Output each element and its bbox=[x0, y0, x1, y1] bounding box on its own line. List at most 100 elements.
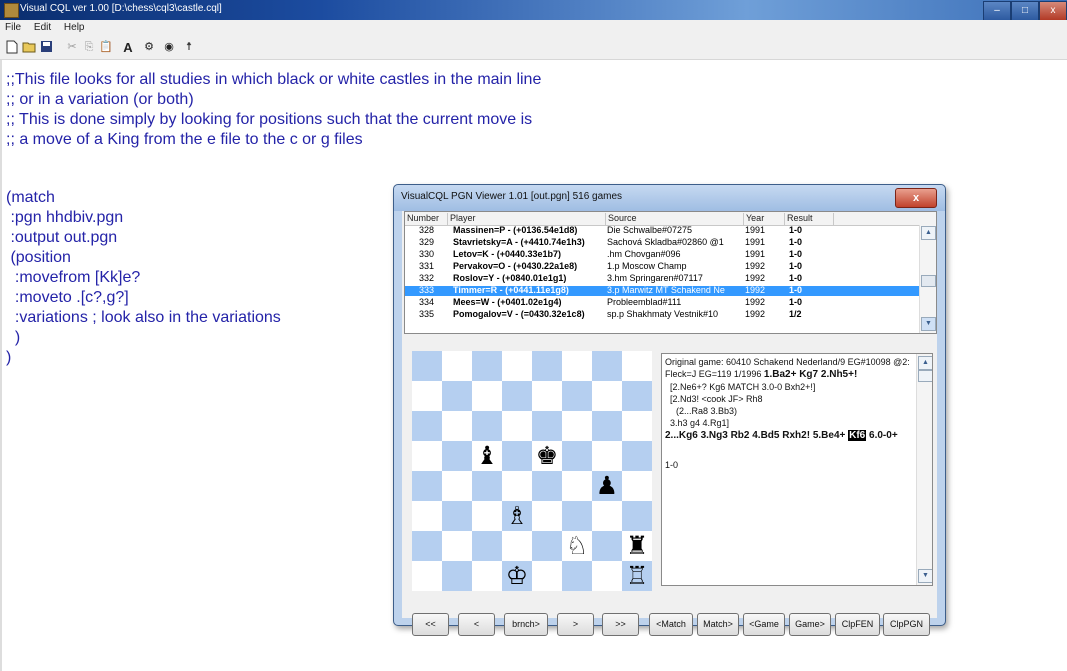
figure-icon[interactable]: ☨ bbox=[181, 40, 197, 55]
save-icon[interactable] bbox=[38, 40, 54, 55]
notation-moves[interactable]: 6.0-0+ bbox=[866, 430, 898, 441]
notation-variation[interactable]: 3.h3 g4 4.Rg1] bbox=[670, 418, 729, 428]
branch-button[interactable]: brnch> bbox=[504, 613, 548, 636]
notation-scrollbar[interactable]: ▲ ▼ bbox=[916, 354, 932, 585]
square-g6[interactable] bbox=[592, 411, 622, 441]
square-b8[interactable] bbox=[442, 351, 472, 381]
chess-board[interactable]: ♝ ♚ ♟ ♗ ♘ ♜ ♔ ♖ bbox=[412, 351, 652, 591]
square-h3[interactable] bbox=[622, 501, 652, 531]
square-c6[interactable] bbox=[472, 411, 502, 441]
square-b5[interactable] bbox=[442, 441, 472, 471]
white-knight-f2[interactable]: ♘ bbox=[562, 531, 592, 561]
maximize-button[interactable]: □ bbox=[1011, 1, 1039, 21]
square-e4[interactable] bbox=[532, 471, 562, 501]
black-pawn-g4[interactable]: ♟ bbox=[592, 471, 622, 501]
notation-moves[interactable]: 1.Ba2+ Kg7 2.Nh5+! bbox=[764, 369, 857, 380]
square-g2[interactable] bbox=[592, 531, 622, 561]
square-b1[interactable] bbox=[442, 561, 472, 591]
menu-file[interactable]: File bbox=[0, 20, 26, 35]
black-king-e5[interactable]: ♚ bbox=[532, 441, 562, 471]
prev-game-button[interactable]: <Game bbox=[743, 613, 785, 636]
square-e1[interactable] bbox=[532, 561, 562, 591]
square-f6[interactable] bbox=[562, 411, 592, 441]
square-e2[interactable] bbox=[532, 531, 562, 561]
white-rook-h1[interactable]: ♖ bbox=[622, 561, 652, 591]
game-list-scrollbar[interactable]: ▲ ▼ bbox=[919, 225, 936, 333]
square-d7[interactable] bbox=[502, 381, 532, 411]
next-move-button[interactable]: > bbox=[557, 613, 594, 636]
last-move-button[interactable]: >> bbox=[602, 613, 639, 636]
next-match-button[interactable]: Match> bbox=[697, 613, 739, 636]
square-d2[interactable] bbox=[502, 531, 532, 561]
game-list[interactable]: Number Player Source Year Result 328 Mass… bbox=[404, 211, 937, 334]
square-g5[interactable] bbox=[592, 441, 622, 471]
current-move-highlight[interactable]: Kf6 bbox=[848, 430, 867, 441]
square-h7[interactable] bbox=[622, 381, 652, 411]
square-f4[interactable] bbox=[562, 471, 592, 501]
square-a4[interactable] bbox=[412, 471, 442, 501]
menu-help[interactable]: Help bbox=[59, 20, 90, 35]
square-e6[interactable] bbox=[532, 411, 562, 441]
game-row[interactable]: 333 Timmer=R - (+0441.11e1g8) 3.p Marwitz … bbox=[405, 285, 919, 296]
notation-moves[interactable]: 2...Kg6 3.Ng3 Rb2 4.Bd5 Rxh2! 5.Be4+ bbox=[665, 430, 848, 441]
game-row[interactable]: 328 Massinen=P - (+0136.54e1d8) Die Schwal… bbox=[405, 225, 919, 236]
game-row[interactable]: 331 Pervakov=O - (+0430.22a1e8) 1.p Moscow… bbox=[405, 261, 919, 272]
square-d8[interactable] bbox=[502, 351, 532, 381]
square-f1[interactable] bbox=[562, 561, 592, 591]
square-g3[interactable] bbox=[592, 501, 622, 531]
column-player[interactable]: Player bbox=[448, 213, 606, 225]
square-h6[interactable] bbox=[622, 411, 652, 441]
square-h8[interactable] bbox=[622, 351, 652, 381]
game-row[interactable]: 330 Letov=K - (+0440.33e1b7) .hm Chovgan#0… bbox=[405, 249, 919, 260]
black-bishop-c5[interactable]: ♝ bbox=[472, 441, 502, 471]
copy-pgn-button[interactable]: ClpPGN bbox=[883, 613, 930, 636]
scroll-up-button[interactable]: ▲ bbox=[921, 226, 936, 240]
square-d4[interactable] bbox=[502, 471, 532, 501]
game-notation[interactable]: Original game: 60410 Schakend Nederland/… bbox=[661, 353, 933, 586]
square-f3[interactable] bbox=[562, 501, 592, 531]
menu-edit[interactable]: Edit bbox=[29, 20, 56, 35]
close-button[interactable]: x bbox=[1039, 1, 1067, 21]
square-c4[interactable] bbox=[472, 471, 502, 501]
square-a2[interactable] bbox=[412, 531, 442, 561]
white-king-d1[interactable]: ♔ bbox=[502, 561, 532, 591]
game-row[interactable]: 335 Pomogalov=V - (=0430.32e1c8) sp.p Shak… bbox=[405, 309, 919, 320]
notation-variation[interactable]: [2.Nd3! <cook JF> Rh8 bbox=[670, 394, 763, 404]
cut-icon[interactable]: ✂ bbox=[64, 40, 80, 55]
scroll-down-button[interactable]: ▼ bbox=[918, 569, 932, 583]
first-move-button[interactable]: << bbox=[412, 613, 449, 636]
font-icon[interactable]: A bbox=[120, 40, 136, 55]
square-a5[interactable] bbox=[412, 441, 442, 471]
paste-icon[interactable]: 📋 bbox=[98, 40, 114, 55]
square-c7[interactable] bbox=[472, 381, 502, 411]
square-d5[interactable] bbox=[502, 441, 532, 471]
square-d6[interactable] bbox=[502, 411, 532, 441]
game-row[interactable]: 332 Roslov=Y - (+0840.01e1g1) 3.hm Springa… bbox=[405, 273, 919, 284]
square-f5[interactable] bbox=[562, 441, 592, 471]
black-rook-h2[interactable]: ♜ bbox=[622, 531, 652, 561]
viewer-close-button[interactable]: x bbox=[895, 188, 937, 208]
scroll-thumb[interactable] bbox=[921, 275, 936, 287]
square-g7[interactable] bbox=[592, 381, 622, 411]
square-e8[interactable] bbox=[532, 351, 562, 381]
game-row[interactable]: 329 Stavrietsky=A - (+4410.74e1h3) Sachová… bbox=[405, 237, 919, 248]
square-a7[interactable] bbox=[412, 381, 442, 411]
square-a8[interactable] bbox=[412, 351, 442, 381]
square-f7[interactable] bbox=[562, 381, 592, 411]
column-result[interactable]: Result bbox=[785, 213, 834, 225]
scroll-down-button[interactable]: ▼ bbox=[921, 317, 936, 331]
square-h5[interactable] bbox=[622, 441, 652, 471]
column-source[interactable]: Source bbox=[606, 213, 744, 225]
square-b3[interactable] bbox=[442, 501, 472, 531]
square-c8[interactable] bbox=[472, 351, 502, 381]
run-icon[interactable]: ⚙ bbox=[141, 40, 157, 55]
square-c3[interactable] bbox=[472, 501, 502, 531]
next-game-button[interactable]: Game> bbox=[789, 613, 831, 636]
copy-icon[interactable]: ⎘ bbox=[81, 40, 97, 55]
square-b2[interactable] bbox=[442, 531, 472, 561]
minimize-button[interactable]: – bbox=[983, 1, 1011, 21]
new-file-icon[interactable] bbox=[4, 40, 20, 55]
scroll-thumb[interactable] bbox=[918, 370, 932, 382]
scroll-up-button[interactable]: ▲ bbox=[918, 356, 932, 370]
square-g1[interactable] bbox=[592, 561, 622, 591]
